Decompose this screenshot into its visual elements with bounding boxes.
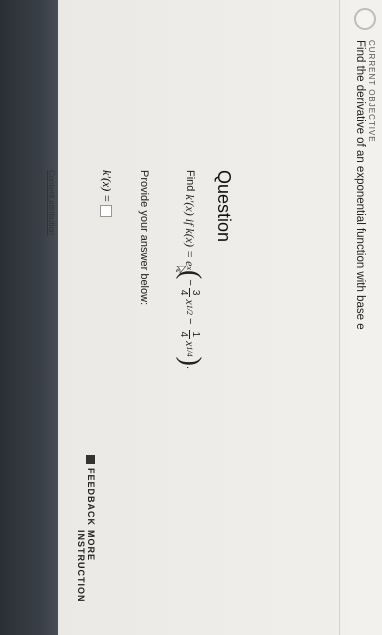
content-attribution-link[interactable]: Content attribution xyxy=(47,170,56,235)
feedback-button[interactable]: FEEDBACK xyxy=(86,455,96,526)
prompt-prefix: Find xyxy=(184,170,196,192)
fraction-2: 1 4 xyxy=(178,329,202,340)
objective-title: Find the derivative of an exponential fu… xyxy=(354,40,366,330)
feedback-icon xyxy=(86,455,96,464)
objective-label: CURRENT OBJECTIVE xyxy=(367,40,376,143)
answer-label: k′(x) = xyxy=(100,170,114,203)
term-2-exponent: 1/4 xyxy=(185,346,195,357)
objective-header: CURRENT OBJECTIVE Find the derivative of… xyxy=(354,8,376,330)
answer-instruction: Provide your answer below: xyxy=(138,170,150,306)
fraction-1: 3 4 xyxy=(178,287,202,298)
fraction-1-denominator: 4 xyxy=(178,289,190,296)
middle-minus: − xyxy=(184,318,196,325)
term-1-exponent: 1/2 xyxy=(185,304,195,315)
answer-row: k′(x) = xyxy=(99,170,114,218)
fraction-2-denominator: 4 xyxy=(178,331,190,338)
objective-progress-icon xyxy=(354,8,376,30)
mouse-cursor-icon xyxy=(176,266,186,274)
rotated-view: CURRENT OBJECTIVE Find the derivative of… xyxy=(0,0,382,635)
close-paren: ) xyxy=(175,356,206,366)
leading-minus: − xyxy=(184,279,196,286)
more-instruction-button[interactable]: MORE INSTRUCTION xyxy=(76,530,96,635)
answer-input[interactable] xyxy=(100,205,113,218)
feedback-label: FEEDBACK xyxy=(86,468,96,527)
question-heading: Question xyxy=(214,170,234,243)
fraction-1-numerator: 3 xyxy=(189,287,202,298)
function-label: k′(x) if k(x) = e xyxy=(183,194,198,267)
header-divider xyxy=(339,0,340,635)
fraction-2-numerator: 1 xyxy=(189,329,202,340)
